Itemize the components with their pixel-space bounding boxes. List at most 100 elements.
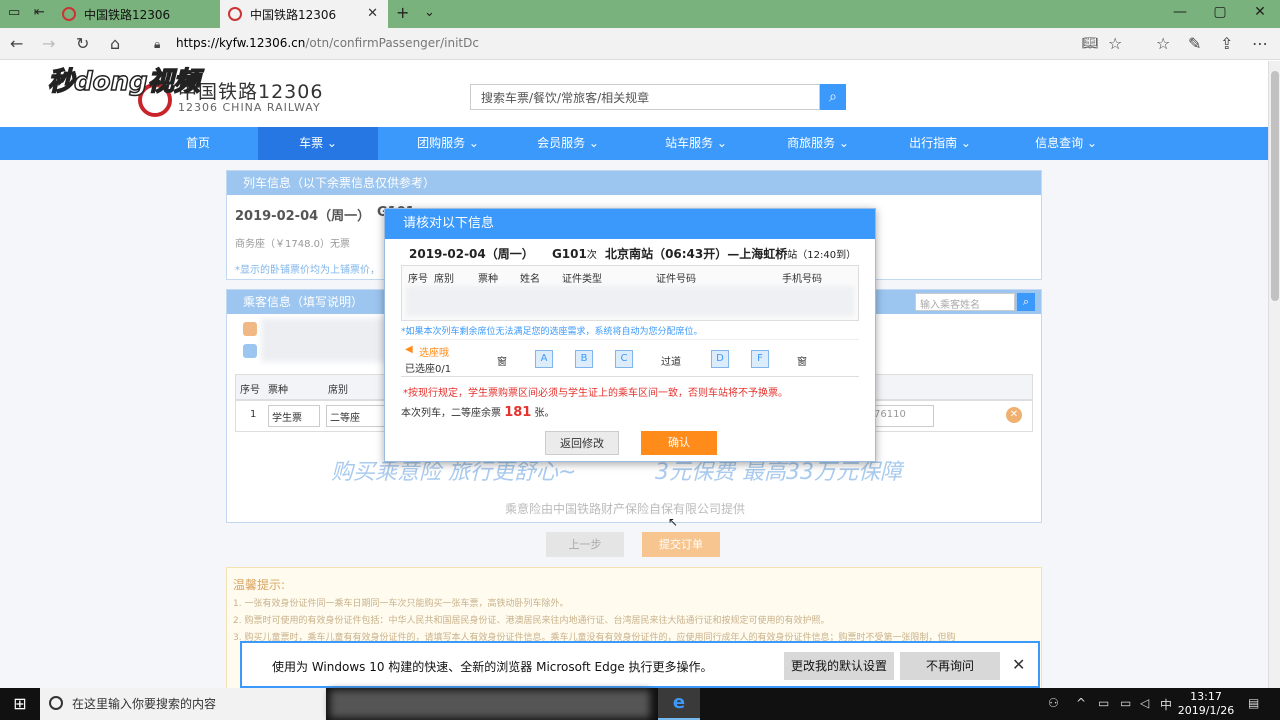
tips-title: 温馨提示:	[233, 578, 286, 592]
nav-tickets[interactable]: 车票 ⌄	[258, 127, 378, 160]
change-default-button[interactable]: 更改我的默认设置	[784, 652, 894, 680]
edge-taskbar-icon[interactable]: e	[658, 688, 700, 720]
network-icon[interactable]: ▭	[1098, 696, 1109, 710]
nav-guide[interactable]: 出行指南 ⌄	[880, 127, 1000, 160]
edge-notice-text: 使用为 Windows 10 构建的快速、全新的浏览器 Microsoft Ed…	[272, 660, 713, 674]
favorite-star-icon[interactable]: ☆	[1108, 34, 1122, 53]
seat-type-select[interactable]: 二等座（￥5	[326, 405, 386, 427]
logo-subtitle: 12306 CHINA RAILWAY	[178, 101, 321, 114]
confirm-button[interactable]: 确认	[641, 431, 717, 455]
search-icon[interactable]: ⌕	[1017, 293, 1035, 311]
windows-start-icon[interactable]: ⊞	[0, 688, 40, 720]
seat-selected-count: 已选座0/1	[405, 364, 452, 375]
url-host: https://kyfw.12306.cn	[176, 36, 306, 50]
passenger-avatar-icon[interactable]	[243, 344, 257, 358]
lock-icon: 🔒︎	[154, 37, 161, 51]
mouse-cursor-icon: ↖	[668, 515, 679, 529]
nav-member[interactable]: 会员服务 ⌄	[508, 127, 628, 160]
refresh-icon[interactable]: ↻	[76, 34, 89, 53]
pen-notes-icon[interactable]: ✎	[1188, 34, 1201, 53]
home-icon[interactable]: ⌂	[110, 34, 120, 53]
seat-selector: ◀ 选座哦 已选座0/1 窗 A B C 过道 D F 窗	[401, 339, 859, 377]
share-icon[interactable]: ⇪	[1220, 34, 1233, 53]
passenger-avatar-icon[interactable]	[243, 322, 257, 336]
remain-suffix: 张。	[534, 408, 555, 419]
th-type: 票种	[268, 385, 288, 396]
dialog-th-phone: 手机号码	[782, 274, 822, 285]
browser-tab-2-active[interactable]: 中国铁路12306 ✕	[220, 0, 388, 28]
forward-arrow-icon[interactable]: →	[42, 34, 55, 53]
seat-a[interactable]: A	[535, 350, 553, 368]
favorites-hub-icon[interactable]: ☆	[1156, 34, 1170, 53]
nav-info[interactable]: 信息查询 ⌄	[1006, 127, 1126, 160]
video-watermark: 秒dong视频	[47, 66, 200, 98]
new-tab-icon[interactable]: +	[396, 3, 409, 22]
minimize-icon[interactable]: —	[1160, 4, 1200, 20]
remove-passenger-icon[interactable]: ✕	[1006, 407, 1022, 423]
clock-date: 2019/1/26	[1177, 704, 1235, 717]
dialog-th-id-type: 证件类型	[562, 274, 602, 285]
tip-2: 2. 购票时可使用的有效身份证件包括：中华人民共和国居民身份证、港澳居民来往内地…	[233, 616, 830, 626]
close-window-icon[interactable]: ✕	[1240, 4, 1280, 20]
dialog-th-type: 票种	[478, 274, 498, 285]
tray-chevron-icon[interactable]: ^	[1076, 696, 1086, 710]
phone-field[interactable]: 76110	[870, 405, 934, 427]
maximize-icon[interactable]: ▢	[1200, 4, 1240, 20]
url-field[interactable]: https://kyfw.12306.cn/otn/confirmPasseng…	[176, 36, 479, 50]
volume-icon[interactable]: ◁	[1140, 696, 1149, 710]
notification-center-icon[interactable]: ▤	[1248, 696, 1259, 710]
browser-tab-1[interactable]: 中国铁路12306	[54, 0, 220, 28]
ticket-type-select[interactable]: 学生票	[268, 405, 320, 427]
seat-b[interactable]: B	[575, 350, 593, 368]
dialog-from: 北京南	[605, 247, 642, 261]
train-date: 2019-02-04（周一）	[235, 209, 371, 224]
search-icon[interactable]: ⌕	[820, 84, 846, 110]
never-ask-button[interactable]: 不再询问	[900, 652, 1000, 680]
seat-c[interactable]: C	[615, 350, 633, 368]
ime-indicator[interactable]: 中	[1160, 696, 1172, 713]
taskbar-search-placeholder: 在这里输入你要搜索的内容	[72, 697, 217, 711]
network-status-icon[interactable]: ▭	[1120, 696, 1131, 710]
th-seat: 席别	[328, 385, 348, 396]
seat-f[interactable]: F	[751, 350, 769, 368]
nav-business[interactable]: 商旅服务 ⌄	[758, 127, 878, 160]
tab-title: 中国铁路12306	[84, 7, 171, 22]
page-scrollbar[interactable]	[1268, 61, 1280, 688]
back-arrow-icon[interactable]: ←	[10, 34, 23, 53]
dialog-th-name: 姓名	[520, 274, 540, 285]
prev-step-button[interactable]: 上一步	[546, 532, 624, 557]
aisle-label: 过道	[661, 357, 681, 368]
submit-order-button[interactable]: 提交订单	[642, 532, 720, 557]
people-icon[interactable]: ⚇	[1048, 696, 1059, 710]
taskbar-search-box[interactable]: 在这里输入你要搜索的内容	[40, 688, 326, 720]
main-nav: 首页 车票 ⌄ 团购服务 ⌄ 会员服务 ⌄ 站车服务 ⌄ 商旅服务 ⌄ 出行指南…	[0, 127, 1268, 160]
close-tab-icon[interactable]: ✕	[367, 6, 378, 21]
nav-station[interactable]: 站车服务 ⌄	[636, 127, 756, 160]
site-search-input[interactable]: 搜索车票/餐饮/常旅客/相关规章	[470, 84, 820, 110]
set-tabs-aside-icon[interactable]: ⇤	[34, 5, 45, 20]
scroll-thumb[interactable]	[1271, 71, 1279, 301]
cortana-icon	[49, 696, 63, 710]
system-clock[interactable]: 13:17 2019/1/26	[1176, 690, 1236, 718]
reading-view-icon[interactable]: 📖︎	[1082, 36, 1099, 51]
close-icon[interactable]: ✕	[1012, 655, 1025, 674]
back-modify-button[interactable]: 返回修改	[545, 431, 619, 455]
nav-group[interactable]: 团购服务 ⌄	[388, 127, 508, 160]
confirm-dialog: 请核对以下信息 2019-02-04（周一） G101次 北京南站（06:43开…	[384, 208, 876, 462]
remain-count: 181	[504, 405, 532, 420]
url-path: /otn/confirmPassenger/initDc	[305, 36, 479, 50]
more-options-icon[interactable]: ⋯	[1252, 34, 1268, 53]
dialog-title: 请核对以下信息	[385, 209, 875, 239]
nav-home[interactable]: 首页	[138, 127, 258, 160]
tab-manager-icon[interactable]: ▭	[8, 5, 20, 20]
dialog-train-suffix: 次	[586, 250, 597, 261]
blurred-passenger-names	[261, 318, 401, 362]
dialog-train: G101	[551, 247, 587, 261]
browser-tab-bar: ▭ ⇤ 中国铁路12306 中国铁路12306 ✕ + ⌄ — ▢ ✕	[0, 0, 1280, 28]
seat-d[interactable]: D	[711, 350, 729, 368]
page-viewport: 中国铁路12306 12306 CHINA RAILWAY 秒dong视频 搜索…	[0, 61, 1268, 688]
tab-list-chevron-icon[interactable]: ⌄	[424, 5, 435, 20]
student-ticket-rule: *按现行规定，学生票购票区间必须与学生证上的乘车区间一致，否则车站将不予换票。	[403, 388, 788, 399]
row-index: 1	[250, 409, 257, 420]
passenger-search-input[interactable]: 输入乘客姓名	[915, 293, 1015, 311]
